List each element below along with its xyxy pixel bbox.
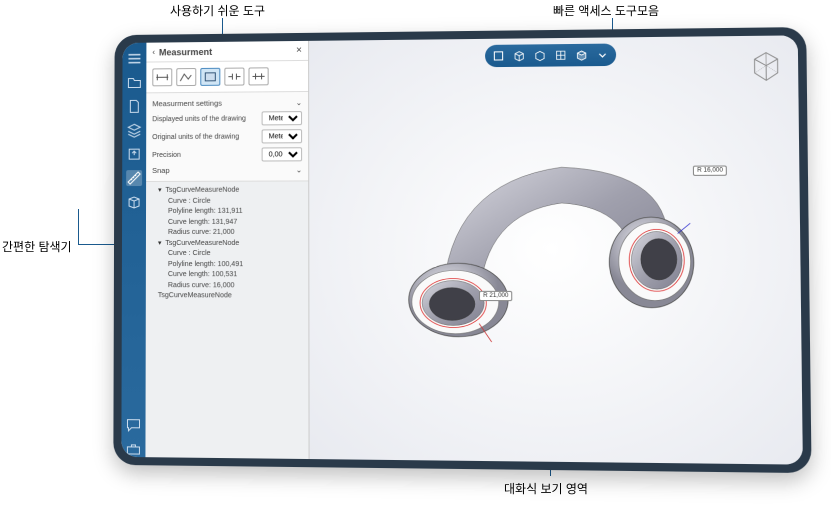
measurement-tag-r2[interactable]: R 16,000 xyxy=(693,165,727,175)
label-easy-tools: 사용하기 쉬운 도구 xyxy=(170,2,265,19)
tool-point[interactable] xyxy=(248,67,268,85)
measurement-tree: ▾ TsgCurveMeasureNode Curve : Circle Pol… xyxy=(146,181,309,306)
tree-leaf: Radius curve: 21,000 xyxy=(168,228,302,239)
qbtn-cube2[interactable] xyxy=(531,46,550,64)
label-simple-nav: 간편한 탐색기 xyxy=(2,238,72,255)
settings-toggle[interactable]: Measurment settings ⌄ xyxy=(152,96,302,110)
callout-line-nav-v xyxy=(78,209,79,245)
briefcase-icon[interactable] xyxy=(125,441,141,457)
measurement-tag-r1[interactable]: R 21,000 xyxy=(479,291,513,301)
measurement-panel: ‹ Measurment × xyxy=(145,41,309,459)
measure-icon[interactable] xyxy=(126,170,142,186)
tree-leaf: Radius curve: 16,000 xyxy=(168,281,302,292)
tool-edge[interactable] xyxy=(224,68,244,86)
qbtn-collapse[interactable] xyxy=(593,46,612,65)
precision-select[interactable]: 0,000 xyxy=(262,147,303,161)
document-icon[interactable] xyxy=(126,98,142,114)
tree-leaf: Polyline length: 131,911 xyxy=(168,207,302,218)
chevron-down-icon: ⌄ xyxy=(296,165,302,174)
qbtn-grid[interactable] xyxy=(551,46,570,64)
panel-header: ‹ Measurment × xyxy=(146,41,308,63)
left-toolbar xyxy=(121,43,146,457)
tree-node-label[interactable]: TsgCurveMeasureNode xyxy=(158,292,232,299)
qbtn-cube1[interactable] xyxy=(510,46,529,64)
close-icon[interactable]: × xyxy=(296,45,302,56)
precision-label: Precision xyxy=(152,151,181,158)
qbtn-cube3[interactable] xyxy=(572,46,591,64)
layers-icon[interactable] xyxy=(126,122,142,138)
displayed-units-select[interactable]: Meters xyxy=(262,111,302,125)
label-interactive-view: 대화식 보기 영역 xyxy=(504,480,588,497)
original-units-label: Original units of the drawing xyxy=(152,133,239,141)
viewport-3d[interactable]: R 21,000 R 16,000 xyxy=(309,35,803,464)
tree-leaf: Curve length: 100,531 xyxy=(168,270,302,281)
open-file-icon[interactable] xyxy=(126,75,142,91)
view-cube-gizmo[interactable] xyxy=(747,48,786,85)
pipe-model xyxy=(355,120,754,379)
device-frame: ‹ Measurment × xyxy=(113,27,811,473)
expand-icon[interactable]: ▾ xyxy=(158,239,162,246)
quick-access-toolbar xyxy=(485,44,616,68)
panel-title: Measurment xyxy=(159,46,296,57)
displayed-units-label: Displayed units of the drawing xyxy=(152,115,246,123)
box-icon[interactable] xyxy=(126,194,142,210)
tree-node-label[interactable]: TsgCurveMeasureNode xyxy=(165,187,239,194)
tool-area[interactable] xyxy=(200,68,220,86)
measurement-tools xyxy=(146,61,308,93)
label-quick-access: 빠른 액세스 도구모음 xyxy=(553,2,659,19)
chevron-down-icon: ⌄ xyxy=(296,98,302,107)
original-units-select[interactable]: Meters xyxy=(262,129,302,143)
tree-leaf: Curve length: 131,947 xyxy=(168,217,302,228)
tree-node-label[interactable]: TsgCurveMeasureNode xyxy=(165,239,239,246)
tree-leaf: Polyline length: 100,491 xyxy=(168,260,302,271)
back-icon[interactable]: ‹ xyxy=(152,48,155,57)
qbtn-select[interactable] xyxy=(489,47,508,65)
settings-label: Measurment settings xyxy=(152,99,222,109)
tool-distance[interactable] xyxy=(152,68,172,86)
export-icon[interactable] xyxy=(126,146,142,162)
expand-icon[interactable]: ▾ xyxy=(158,187,162,194)
snap-toggle[interactable]: Snap ⌄ xyxy=(152,163,302,177)
tree-leaf: Curve : Circle xyxy=(168,249,302,260)
tree-leaf: Curve : Circle xyxy=(168,196,302,207)
snap-label: Snap xyxy=(152,166,170,175)
hamburger-icon[interactable] xyxy=(126,51,142,67)
chat-icon[interactable] xyxy=(125,417,141,433)
tool-polyline[interactable] xyxy=(176,68,196,86)
app-screen: ‹ Measurment × xyxy=(121,35,802,464)
